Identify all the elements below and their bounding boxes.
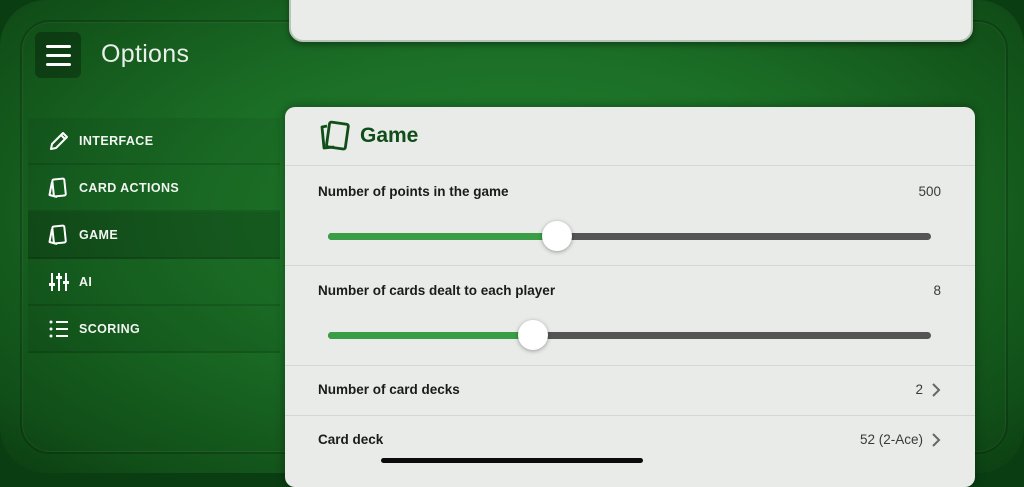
setting-label: Number of card decks bbox=[318, 382, 460, 397]
sidebar-item-ai[interactable]: AI bbox=[28, 259, 280, 306]
sidebar-item-interface[interactable]: INTERFACE bbox=[28, 118, 280, 165]
setting-value: 500 bbox=[918, 184, 941, 199]
settings-panel: Game Number of points in the game 500 Nu… bbox=[285, 107, 975, 487]
cards-dealt-slider[interactable] bbox=[328, 320, 931, 350]
menu-button[interactable] bbox=[35, 32, 81, 78]
sidebar-item-label: GAME bbox=[79, 227, 119, 242]
setting-row-card-decks[interactable]: Number of card decks 2 bbox=[285, 366, 975, 416]
sidebar-item-label: SCORING bbox=[79, 321, 141, 336]
setting-row-points: Number of points in the game 500 bbox=[285, 166, 975, 266]
sidebar-item-label: CARD ACTIONS bbox=[79, 180, 180, 195]
pencil-icon bbox=[48, 130, 70, 152]
slider-thumb[interactable] bbox=[542, 221, 573, 251]
sidebar-item-card-actions[interactable]: CARD ACTIONS bbox=[28, 165, 280, 212]
cards-icon bbox=[48, 224, 70, 246]
panel-title: Game bbox=[360, 124, 419, 147]
sidebar-item-scoring[interactable]: SCORING bbox=[28, 306, 280, 353]
setting-value: 2 bbox=[915, 382, 923, 397]
panel-header: Game bbox=[285, 107, 975, 166]
setting-label: Number of cards dealt to each player bbox=[318, 283, 556, 298]
home-indicator bbox=[381, 458, 643, 463]
top-card-panel bbox=[289, 0, 973, 42]
setting-label: Card deck bbox=[318, 432, 384, 447]
cards-icon bbox=[48, 177, 70, 199]
points-slider[interactable] bbox=[328, 221, 931, 251]
page-title: Options bbox=[101, 40, 190, 68]
setting-row-cards-dealt: Number of cards dealt to each player 8 bbox=[285, 266, 975, 366]
cards-icon bbox=[318, 120, 354, 152]
chevron-right-icon bbox=[932, 383, 941, 397]
sidebar-item-label: AI bbox=[79, 274, 93, 289]
sidebar: INTERFACE CARD ACTIONS GAME AI SCORING bbox=[28, 118, 280, 353]
chevron-right-icon bbox=[932, 433, 941, 447]
slider-fill bbox=[328, 332, 534, 339]
setting-value: 8 bbox=[933, 283, 941, 298]
slider-fill bbox=[328, 233, 558, 240]
sidebar-item-game[interactable]: GAME bbox=[28, 212, 280, 259]
sliders-icon bbox=[48, 271, 70, 293]
list-icon bbox=[48, 318, 70, 340]
sidebar-item-label: INTERFACE bbox=[79, 133, 154, 148]
setting-label: Number of points in the game bbox=[318, 184, 509, 199]
setting-value: 52 (2-Ace) bbox=[859, 432, 923, 447]
slider-thumb[interactable] bbox=[518, 320, 549, 350]
hamburger-icon bbox=[45, 44, 71, 48]
